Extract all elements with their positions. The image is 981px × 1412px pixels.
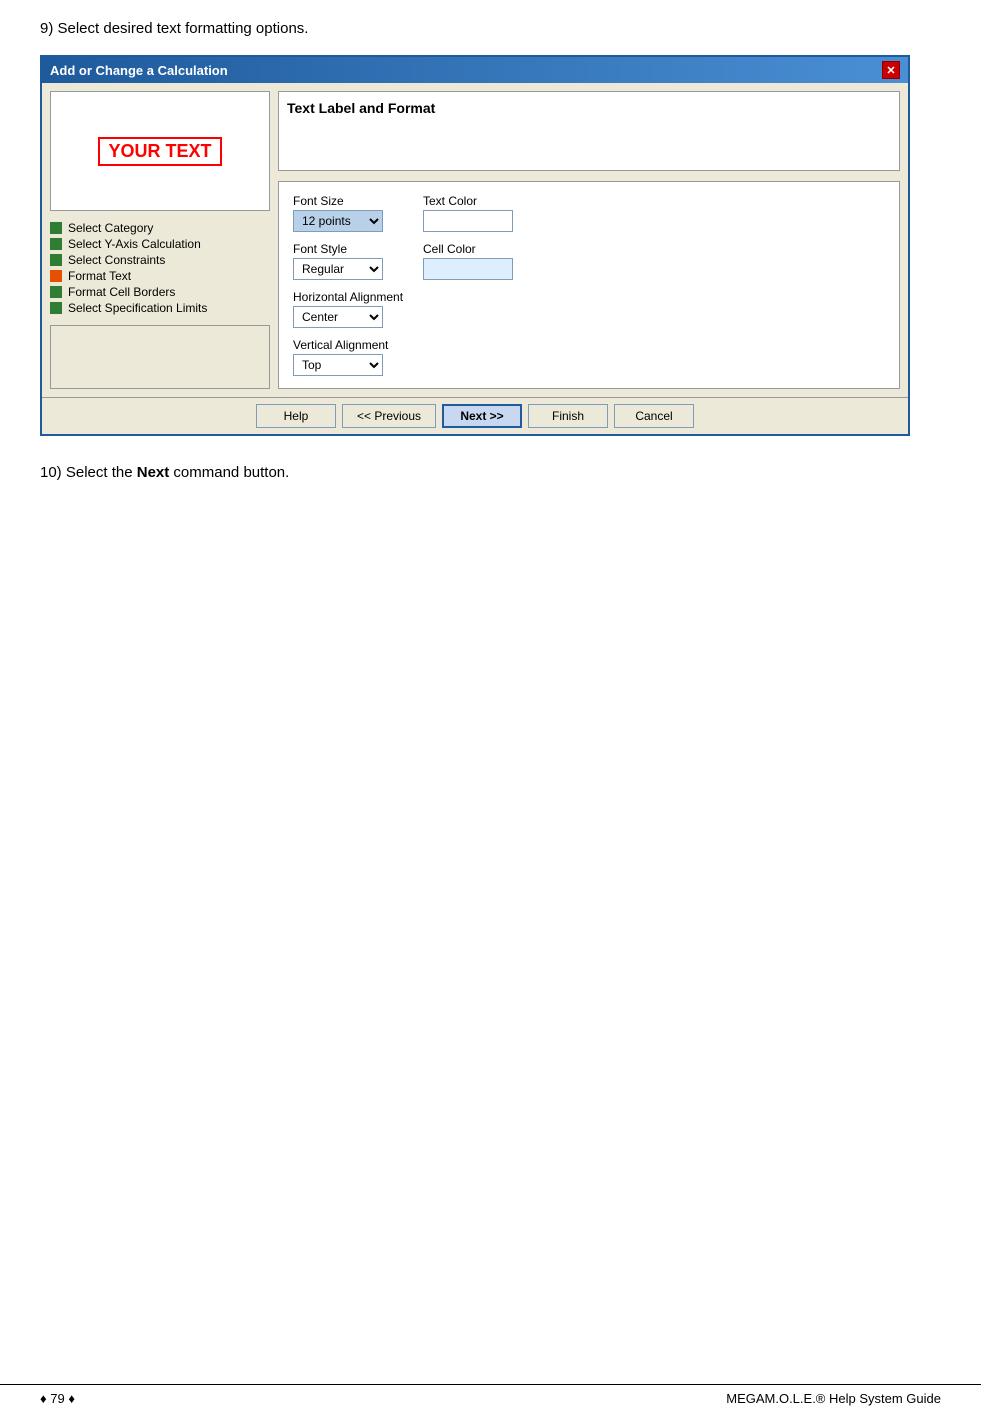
next-button[interactable]: Next >> xyxy=(442,404,522,428)
nav-item-label-5: Format Cell Borders xyxy=(68,285,175,299)
nav-item-label-6: Select Specification Limits xyxy=(68,301,207,315)
nav-item-format-cell-borders[interactable]: Format Cell Borders xyxy=(50,285,270,299)
dot-icon-1 xyxy=(50,222,62,234)
vertical-alignment-group: Vertical Alignment Top Middle Bottom xyxy=(293,338,885,376)
nav-item-select-spec-limits[interactable]: Select Specification Limits xyxy=(50,301,270,315)
dot-icon-5 xyxy=(50,286,62,298)
step10-bold: Next xyxy=(137,464,170,481)
nav-item-label-1: Select Category xyxy=(68,221,153,235)
v-align-label: Vertical Alignment xyxy=(293,338,885,352)
nav-item-select-category[interactable]: Select Category xyxy=(50,221,270,235)
cell-color-group: Cell Color xyxy=(423,242,513,280)
finish-button[interactable]: Finish xyxy=(528,404,608,428)
dialog-window: Add or Change a Calculation ✕ YOUR TEXT … xyxy=(40,55,910,436)
right-panel: Text Label and Format Font Size 12 point… xyxy=(278,91,900,389)
text-color-box[interactable] xyxy=(423,210,513,232)
text-color-label: Text Color xyxy=(423,194,513,208)
your-text-preview: YOUR TEXT xyxy=(98,137,221,166)
dialog-footer: Help << Previous Next >> Finish Cancel xyxy=(42,397,908,434)
page-footer: ♦ 79 ♦ MEGAM.O.L.E.® Help System Guide xyxy=(0,1384,981,1412)
v-align-select[interactable]: Top Middle Bottom xyxy=(293,354,383,376)
cancel-button[interactable]: Cancel xyxy=(614,404,694,428)
font-style-label: Font Style xyxy=(293,242,383,256)
step9-label: 9) Select desired text formatting option… xyxy=(40,20,941,37)
nav-item-label-2: Select Y-Axis Calculation xyxy=(68,237,201,251)
cell-color-box[interactable] xyxy=(423,258,513,280)
horizontal-alignment-group: Horizontal Alignment Center Left Right xyxy=(293,290,885,328)
preview-box: YOUR TEXT xyxy=(50,91,270,211)
dot-icon-3 xyxy=(50,254,62,266)
font-size-color-row: Font Size 12 points 8 points 10 points 1… xyxy=(293,194,885,232)
dialog-body: YOUR TEXT Select Category Select Y-Axis … xyxy=(42,83,908,397)
footer-page-number: ♦ 79 ♦ xyxy=(40,1391,75,1406)
font-style-select[interactable]: Regular Bold Italic Bold Italic xyxy=(293,258,383,280)
step10-text-after: command button. xyxy=(169,464,289,481)
nav-item-label-3: Select Constraints xyxy=(68,253,165,267)
nav-item-select-constraints[interactable]: Select Constraints xyxy=(50,253,270,267)
step10-label: 10) Select the Next command button. xyxy=(40,464,941,481)
cell-color-label: Cell Color xyxy=(423,242,513,256)
font-size-label: Font Size xyxy=(293,194,383,208)
nav-item-format-text[interactable]: Format Text xyxy=(50,269,270,283)
font-style-cell-color-row: Font Style Regular Bold Italic Bold Ital… xyxy=(293,242,885,280)
h-align-select[interactable]: Center Left Right xyxy=(293,306,383,328)
close-button[interactable]: ✕ xyxy=(882,61,900,79)
font-size-group: Font Size 12 points 8 points 10 points 1… xyxy=(293,194,383,232)
font-style-group: Font Style Regular Bold Italic Bold Ital… xyxy=(293,242,383,280)
help-button[interactable]: Help xyxy=(256,404,336,428)
previous-button[interactable]: << Previous xyxy=(342,404,436,428)
left-panel: YOUR TEXT Select Category Select Y-Axis … xyxy=(50,91,270,389)
dot-icon-6 xyxy=(50,302,62,314)
h-align-label: Horizontal Alignment xyxy=(293,290,885,304)
right-top-section: Text Label and Format xyxy=(278,91,900,171)
bottom-left-box xyxy=(50,325,270,389)
nav-item-label-4: Format Text xyxy=(68,269,131,283)
dialog-title: Add or Change a Calculation xyxy=(50,63,228,78)
text-color-group: Text Color xyxy=(423,194,513,232)
footer-title: MEGAM.O.L.E.® Help System Guide xyxy=(726,1391,941,1406)
section-title: Text Label and Format xyxy=(287,100,891,116)
form-area: Font Size 12 points 8 points 10 points 1… xyxy=(278,181,900,389)
dialog-titlebar: Add or Change a Calculation ✕ xyxy=(42,57,908,83)
step10-text-before: 10) Select the xyxy=(40,464,137,481)
nav-item-select-y-axis[interactable]: Select Y-Axis Calculation xyxy=(50,237,270,251)
dot-icon-2 xyxy=(50,238,62,250)
font-size-select[interactable]: 12 points 8 points 10 points 14 points 1… xyxy=(293,210,383,232)
dot-icon-4 xyxy=(50,270,62,282)
nav-items-list: Select Category Select Y-Axis Calculatio… xyxy=(50,217,270,319)
